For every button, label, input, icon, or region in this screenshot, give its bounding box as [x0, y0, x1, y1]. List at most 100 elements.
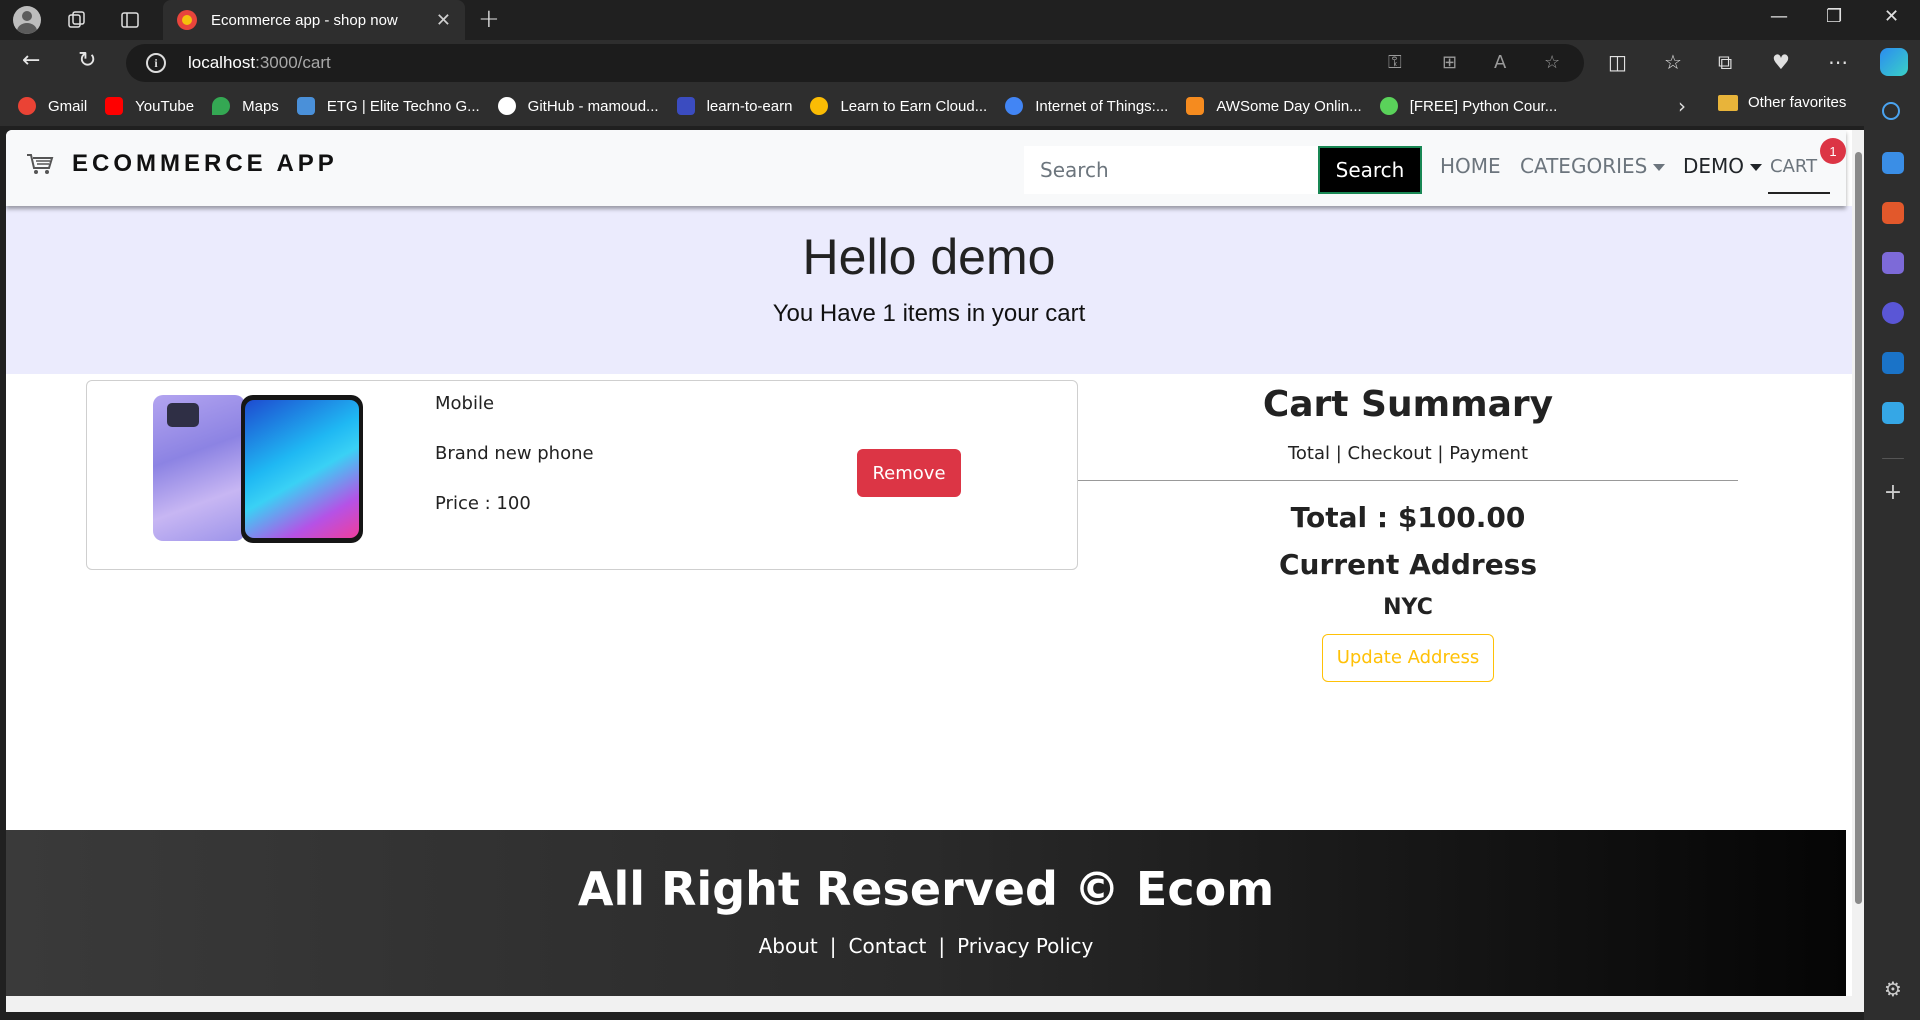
add-icon[interactable]: +	[1882, 482, 1904, 504]
footer-link-contact[interactable]: Contact	[849, 934, 927, 958]
bookmark-maps[interactable]: Maps	[212, 97, 279, 115]
workspaces-icon[interactable]	[62, 5, 92, 35]
bookmark-gmail[interactable]: Gmail	[18, 97, 87, 115]
cart-summary: Cart Summary Total | Checkout | Payment …	[1078, 378, 1738, 682]
greeting-heading: Hello demo	[802, 229, 1056, 285]
google-icon	[18, 97, 36, 115]
bookmark-learn-to-earn[interactable]: learn-to-earn	[676, 97, 792, 115]
toolbox-icon[interactable]	[1882, 202, 1904, 224]
item-description: Brand new phone	[435, 443, 594, 464]
footer-copyright: All Right Reserved © Ecom	[577, 862, 1275, 916]
browser-tab-bar: Ecommerce app - shop now ✕ + — ❐ ✕	[0, 0, 1920, 40]
browser-essentials-icon[interactable]: ♥	[1772, 50, 1790, 74]
maps-icon	[212, 97, 231, 115]
outlook-icon[interactable]	[1882, 352, 1904, 374]
games-icon[interactable]	[1882, 252, 1904, 274]
bookmark-github[interactable]: GitHub - mamoud...	[497, 97, 659, 115]
key-icon[interactable]: ⚿	[1388, 52, 1402, 73]
footer-links: About | Contact | Privacy Policy	[758, 934, 1094, 958]
nav-user-label: DEMO	[1683, 154, 1745, 178]
nav-categories-label: CATEGORIES	[1520, 154, 1648, 178]
sidebar-divider	[1882, 458, 1904, 459]
read-aloud-icon[interactable]: A	[1494, 52, 1506, 73]
learn-to-earn-icon	[676, 97, 695, 115]
restore-icon[interactable]: ❐	[1826, 6, 1842, 27]
update-address-button[interactable]: Update Address	[1321, 634, 1495, 682]
vertical-scrollbar[interactable]	[1852, 130, 1864, 1000]
new-tab-button[interactable]: +	[478, 4, 500, 34]
horizontal-scrollbar[interactable]	[6, 996, 1864, 1012]
search-icon[interactable]	[1882, 102, 1900, 120]
bookmark-python-course[interactable]: [FREE] Python Cour...	[1379, 97, 1557, 115]
url-field[interactable]: i localhost:3000/cart ⚿ ⊞ A ☆	[126, 44, 1584, 82]
back-icon[interactable]: ←	[22, 48, 40, 73]
cart-count-badge: 1	[1820, 138, 1846, 164]
footer-link-privacy[interactable]: Privacy Policy	[957, 934, 1093, 958]
reload-icon[interactable]: ↻	[78, 48, 96, 73]
other-favorites[interactable]: Other favorites	[1718, 94, 1846, 111]
shopping-cart-icon	[27, 154, 54, 174]
edge-sidebar: + ⚙	[1864, 86, 1920, 1020]
collections-icon[interactable]: ⧉	[1718, 50, 1732, 74]
address-bar-row: ← ↻ i localhost:3000/cart ⚿ ⊞ A ☆ ◫ ☆ ⧉ …	[0, 40, 1920, 86]
nav-categories[interactable]: CATEGORIES	[1520, 154, 1666, 178]
copilot-icon[interactable]	[1880, 48, 1908, 76]
folder-icon	[1718, 94, 1738, 111]
item-price: Price : 100	[435, 493, 531, 514]
cart-hero: Hello demo You Have 1 items in your cart	[6, 206, 1852, 374]
summary-title: Cart Summary	[1262, 384, 1554, 425]
site-info-icon[interactable]: i	[146, 53, 166, 73]
settings-gear-icon[interactable]: ⚙	[1882, 978, 1904, 1000]
bookmark-awsome-day[interactable]: AWSome Day Onlin...	[1186, 97, 1362, 115]
search-button[interactable]: Search	[1318, 146, 1422, 194]
scrollbar-thumb[interactable]	[1855, 152, 1862, 904]
bookmark-etg[interactable]: ETG | Elite Techno G...	[296, 97, 480, 115]
nav-cart[interactable]: CART	[1770, 156, 1817, 177]
favorite-star-icon[interactable]: ☆	[1544, 52, 1560, 73]
current-address: NYC	[1383, 595, 1433, 620]
copilot-sidebar-icon[interactable]	[1882, 302, 1904, 324]
tab-favicon-icon	[177, 10, 197, 30]
address-heading: Current Address	[1278, 548, 1538, 581]
github-icon	[497, 97, 516, 115]
window-close-icon[interactable]: ✕	[1884, 6, 1899, 27]
infinity-icon	[1379, 97, 1398, 115]
remove-item-button[interactable]: Remove	[857, 449, 961, 497]
google-cloud-icon	[810, 97, 829, 115]
url-path: :3000/cart	[255, 53, 331, 72]
item-name: Mobile	[435, 393, 495, 414]
tab-close-icon[interactable]: ✕	[436, 10, 451, 31]
tab-title: Ecommerce app - shop now	[211, 11, 398, 29]
chevron-down-icon	[1750, 164, 1763, 171]
site-navbar: ECOMMERCE APP Search Search HOME CATEGOR…	[6, 130, 1846, 206]
chevron-right-icon[interactable]: ›	[1678, 94, 1686, 118]
search-input[interactable]: Search	[1024, 146, 1320, 194]
summary-divider	[1078, 480, 1738, 481]
browser-tab-active[interactable]: Ecommerce app - shop now ✕	[163, 0, 465, 40]
aws-icon	[1186, 97, 1205, 115]
nav-home[interactable]: HOME	[1440, 154, 1501, 178]
bookmark-youtube[interactable]: YouTube	[105, 97, 194, 115]
cart-count-message: You Have 1 items in your cart	[772, 300, 1086, 327]
shopping-tag-icon[interactable]	[1882, 152, 1904, 174]
vertical-tabs-icon[interactable]	[115, 5, 145, 35]
profile-avatar[interactable]	[12, 5, 42, 35]
url-host: localhost	[188, 53, 256, 72]
apps-icon[interactable]: ⊞	[1442, 52, 1457, 73]
cart-item-card: Mobile Brand new phone Price : 100 Remov…	[86, 380, 1078, 570]
more-menu-icon[interactable]: ⋯	[1828, 50, 1848, 74]
summary-subtitle: Total | Checkout | Payment	[1287, 443, 1529, 464]
brand-link[interactable]: ECOMMERCE APP	[26, 150, 338, 178]
drop-icon[interactable]	[1882, 402, 1904, 424]
bookmark-learn-cloud[interactable]: Learn to Earn Cloud...	[810, 97, 987, 115]
bookmark-iot[interactable]: Internet of Things:...	[1005, 97, 1168, 115]
site-footer: All Right Reserved © Ecom About | Contact |…	[6, 830, 1846, 1000]
footer-link-about[interactable]: About	[759, 934, 818, 958]
split-screen-icon[interactable]: ◫	[1608, 50, 1627, 74]
chevron-down-icon	[1653, 164, 1666, 171]
page-viewport: ECOMMERCE APP Search Search HOME CATEGOR…	[6, 130, 1864, 1000]
favorites-icon[interactable]: ☆	[1664, 50, 1682, 74]
minimize-icon[interactable]: —	[1770, 6, 1788, 27]
nav-user-menu[interactable]: DEMO	[1683, 154, 1763, 178]
brand-name: ECOMMERCE APP	[72, 150, 338, 177]
